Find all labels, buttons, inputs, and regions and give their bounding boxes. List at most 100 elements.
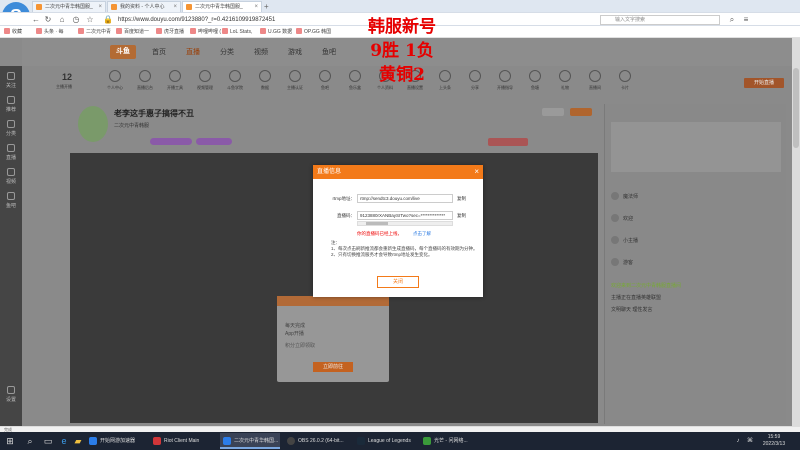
page-scrollbar[interactable] xyxy=(792,38,800,426)
bookmark-item[interactable]: 二次元中青 xyxy=(78,28,111,36)
room-title: 老李这手惠子搞得不丑 xyxy=(114,109,194,118)
edge-icon[interactable]: e xyxy=(58,435,70,447)
sidebar-item-follow[interactable]: 关注 xyxy=(0,72,22,89)
new-tab-icon[interactable]: + xyxy=(264,2,269,11)
bookmark-item[interactable]: 虎牙直播 xyxy=(156,28,184,36)
category-item[interactable]: 分享 xyxy=(462,70,488,91)
nav-game[interactable]: 游戏 xyxy=(288,47,302,57)
network-icon[interactable]: ⌘ xyxy=(744,435,756,447)
follow-button[interactable] xyxy=(570,108,592,116)
category-item[interactable]: 直播间 xyxy=(582,70,608,91)
sidebar-item-settings[interactable]: 设置 xyxy=(0,386,22,403)
taskbar-app[interactable]: 光芒 - 问网络... xyxy=(420,433,480,449)
stream-code-field[interactable]: 9123880rXANBaySITwo?sec=************** xyxy=(357,211,453,220)
bookmark-item[interactable]: LoL Stats, xyxy=(222,28,252,36)
bg-dialog-text: 每天完成 xyxy=(285,323,306,329)
scrollbar-thumb[interactable] xyxy=(366,222,388,225)
sidebar-item-category[interactable]: 分类 xyxy=(0,120,22,137)
chat-user[interactable]: 魔法师 xyxy=(611,192,638,200)
category-item[interactable]: 直播后台 xyxy=(132,70,158,91)
nav-yuba[interactable]: 鱼吧 xyxy=(322,47,336,57)
category-item[interactable]: 斗鱼学院 xyxy=(222,70,248,91)
category-item[interactable]: 开播指导 xyxy=(492,70,518,91)
category-item[interactable]: 主播认证 xyxy=(282,70,308,91)
back-icon[interactable]: ← xyxy=(30,14,42,26)
bookmark-item[interactable]: U.GG 数据 xyxy=(260,28,292,36)
chat-user[interactable]: 游客 xyxy=(611,258,633,266)
search-icon[interactable]: ⌕ xyxy=(726,14,738,26)
copy-code-button[interactable]: 复制 xyxy=(457,213,466,219)
lol-icon xyxy=(357,437,365,445)
chat-message: 主播正在直播英雄联盟 xyxy=(611,295,662,301)
taskbar-app[interactable]: 开始网游加速器 xyxy=(86,433,146,449)
room-icon xyxy=(589,70,601,82)
bookmark-item[interactable]: 哔哩哔哩 ( xyxy=(190,28,221,36)
bookmark-item[interactable]: 收藏 xyxy=(4,28,22,36)
category-item[interactable]: 卡片 xyxy=(612,70,638,91)
sidebar-item-live[interactable]: 直播 xyxy=(0,144,22,161)
home-icon[interactable]: ⌂ xyxy=(56,14,68,26)
warning-text: 你的直播码已经上线， xyxy=(357,231,402,236)
scrollbar-thumb[interactable] xyxy=(793,68,799,148)
chat-user[interactable]: 欢迎 xyxy=(611,214,633,222)
category-item[interactable]: 开播工具 xyxy=(162,70,188,91)
history-icon[interactable]: ◷ xyxy=(70,14,82,26)
windows-start-icon[interactable]: ⊞ xyxy=(4,435,16,447)
close-icon[interactable]: × xyxy=(254,2,258,12)
sidebar-item-yuba[interactable]: 鱼吧 xyxy=(0,192,22,209)
avatar[interactable] xyxy=(78,106,108,142)
task-view-icon[interactable]: ▭ xyxy=(42,435,54,447)
folder-icon[interactable]: ▰ xyxy=(72,435,84,447)
star-icon[interactable]: ☆ xyxy=(84,14,96,26)
taskbar-app[interactable]: 二次元中青华韩国... xyxy=(220,433,280,449)
category-item[interactable]: 个人中心 xyxy=(102,70,128,91)
volume-icon[interactable]: ♪ xyxy=(732,435,744,447)
code-field-scrollbar[interactable] xyxy=(357,221,453,226)
copy-rtmp-button[interactable]: 复制 xyxy=(457,196,466,202)
browser-tab-2[interactable]: 我的资料 - 个人中心 × xyxy=(107,1,181,12)
browser-tab-3[interactable]: 二次元中青华韩国服_ × xyxy=(182,1,262,12)
fish-icon xyxy=(319,70,331,82)
share-button[interactable] xyxy=(542,108,564,116)
report-button[interactable] xyxy=(488,138,528,146)
start-stream-button[interactable]: 开始直播 xyxy=(744,78,784,88)
bookmark-item[interactable]: 百度知道一 xyxy=(116,28,149,36)
dashboard-icon xyxy=(139,70,151,82)
category-item[interactable]: 鱼吧 xyxy=(312,70,338,91)
nav-video[interactable]: 视频 xyxy=(254,47,268,57)
category-item[interactable]: 数据 xyxy=(252,70,278,91)
taskbar-app[interactable]: League of Legends xyxy=(354,433,416,449)
bookmark-item[interactable]: OP.GG 韩国 xyxy=(296,28,331,36)
sidebar-item-video[interactable]: 视频 xyxy=(0,168,22,185)
category-item[interactable]: 视频管理 xyxy=(192,70,218,91)
douyu-logo[interactable]: 斗鱼 xyxy=(110,45,136,59)
nav-live[interactable]: 直播 xyxy=(186,47,200,57)
dialog-title: 直播信息 xyxy=(317,169,342,175)
nav-category[interactable]: 分类 xyxy=(220,47,234,57)
learn-more-link[interactable]: 点击了解 xyxy=(413,231,431,237)
refresh-icon[interactable]: ↻ xyxy=(42,14,54,26)
taskbar-app[interactable]: Riot Client Main xyxy=(150,433,216,449)
close-button[interactable]: 关闭 xyxy=(377,276,419,288)
bookmark-item[interactable]: 头条 · 每 xyxy=(36,28,63,36)
category-item[interactable]: 鱼塘 xyxy=(522,70,548,91)
streamer-name[interactable]: 二次元中青韩服 xyxy=(114,122,149,129)
search-icon[interactable]: ⌕ xyxy=(24,435,36,447)
close-icon[interactable]: × xyxy=(474,165,479,179)
nav-home[interactable]: 首页 xyxy=(152,47,166,57)
close-icon[interactable]: × xyxy=(173,2,177,12)
go-now-button[interactable]: 立即前往 xyxy=(313,362,353,372)
rtmp-address-field[interactable]: rtmp://sendtc3.douyu.com/live xyxy=(357,194,453,203)
close-icon[interactable]: × xyxy=(98,2,102,12)
streamer-info: 老李这手惠子搞得不丑 二次元中青韩服 xyxy=(70,104,598,150)
clock[interactable]: 15:59 2022/3/13 xyxy=(756,434,792,448)
menu-icon[interactable]: ≡ xyxy=(740,14,752,26)
sidebar-item-recommend[interactable]: 推荐 xyxy=(0,96,22,113)
search-input[interactable]: 输入文字搜索 xyxy=(600,15,720,25)
gift-icon xyxy=(559,70,571,82)
taskbar-app[interactable]: OBS 26.0.2 (64-bit... xyxy=(284,433,350,449)
browser-tab-1[interactable]: 二次元中青华韩国服_ × xyxy=(32,1,106,12)
chat-user[interactable]: 小主播 xyxy=(611,236,638,244)
url-input[interactable]: https://www.douyu.com/9123880?_r=0.42161… xyxy=(118,15,558,25)
category-item[interactable]: 礼物 xyxy=(552,70,578,91)
